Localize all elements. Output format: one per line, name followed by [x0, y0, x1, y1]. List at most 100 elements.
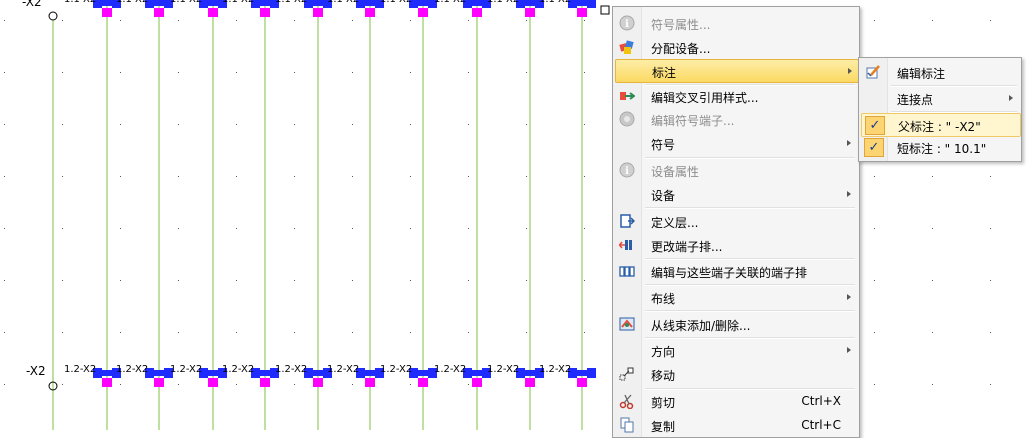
submenu-item-parent-annotation[interactable]: ✓ 父标注 : " -X2" — [861, 113, 1021, 137]
bottom-terminal-label: 1.2-X2 — [275, 364, 307, 375]
grid-dot — [584, 280, 585, 281]
grid-dot — [584, 72, 585, 73]
submenu-item-short-annotation[interactable]: ✓ 短标注 : " 10.1" — [861, 136, 1019, 158]
selection-handle[interactable] — [600, 5, 610, 15]
submenu-item-connection-point[interactable]: 连接点 — [861, 87, 1019, 109]
connection-pin — [154, 8, 164, 17]
menu-item-direction[interactable]: 方向 — [615, 339, 857, 361]
menu-item-symbol-properties[interactable]: i 符号属性... — [615, 12, 857, 34]
menu-item-routing[interactable]: 布线 — [615, 286, 857, 308]
bottom-terminal-row: 1.2-X2 1.2-X2 1.2-X2 1.2-X2 1.2-X2 1.2-X2 1.2-… — [64, 364, 596, 387]
grid-dot — [294, 20, 295, 21]
grid-dot — [120, 332, 121, 333]
menu-item-cut[interactable]: 剪切 Ctrl+X — [615, 390, 857, 412]
menu-item-edit-crossref-style[interactable]: 编辑交叉引用样式... — [615, 85, 857, 107]
menu-item-define-layer[interactable]: 定义层... — [615, 210, 857, 232]
terminal: 1.1-X2 — [222, 0, 279, 17]
grid-dot — [932, 332, 933, 333]
menu-item-assign-device[interactable]: 分配设备... — [615, 36, 857, 58]
menu-item-symbol[interactable]: 符号 — [615, 132, 857, 154]
menu-item-annotation[interactable]: 标注 — [615, 59, 859, 83]
grid-dot — [526, 228, 527, 229]
connector-block — [417, 0, 429, 6]
menu-separator — [645, 310, 855, 312]
bottom-terminal-label: 1.2-X2 — [116, 364, 148, 375]
grid-dot — [410, 228, 411, 229]
grid-dot — [236, 176, 237, 177]
menu-item-device[interactable]: 设备 — [615, 183, 857, 205]
submenu-arrow-icon — [847, 347, 851, 353]
connector-block — [576, 0, 588, 6]
connector-block — [576, 370, 588, 376]
grid-dot — [4, 176, 5, 177]
menu-item-label: 设备 — [651, 189, 676, 203]
grid-dot — [236, 20, 237, 21]
terminal-strip-icon — [619, 240, 632, 250]
menu-item-move[interactable]: 移动 — [615, 363, 857, 385]
grid-dot — [4, 228, 5, 229]
connection-pin — [208, 8, 218, 17]
menu-item-shortcut: Ctrl+X — [801, 394, 841, 408]
grid-dot — [526, 72, 527, 73]
menu-item-label: 移动 — [651, 369, 676, 383]
menu-item-harness-add-remove[interactable]: 从线束添加/删除... — [615, 313, 857, 335]
connection-pin — [365, 8, 375, 17]
connector-block — [312, 370, 324, 376]
grid-dot — [468, 20, 469, 21]
grid-dot — [62, 332, 63, 333]
terminal: 1.2-X2 — [327, 364, 384, 387]
submenu-arrow-icon — [847, 294, 851, 300]
symbol-terminal-icon — [619, 111, 635, 127]
grid-dot — [990, 20, 991, 21]
menu-item-edit-symbol-terminal[interactable]: 编辑符号端子... — [615, 108, 857, 130]
grid-dot — [352, 280, 353, 281]
bottom-terminal-label: 1.2-X2 — [380, 364, 412, 375]
context-menu: i 符号属性... 分配设备... 标注 编辑交叉引用样式... 编辑符号端子.… — [612, 6, 860, 438]
grid-dot — [932, 20, 933, 21]
grid-dot — [584, 228, 585, 229]
menu-item-edit-related-terminal-blocks[interactable]: 编辑与这些端子关联的端子排 — [615, 260, 857, 282]
top-terminal-label: 1.1-X2 — [170, 0, 202, 5]
grid-dot — [932, 176, 933, 177]
grid-dot — [294, 228, 295, 229]
menu-item-change-terminal-strip[interactable]: 更改端子排... — [615, 234, 857, 256]
connection-pin — [102, 378, 112, 387]
connector-block — [524, 370, 536, 376]
grid-dot — [990, 384, 991, 385]
connection-pin — [418, 378, 428, 387]
grid-dot — [4, 384, 5, 385]
terminal-block-icon — [619, 266, 635, 277]
grid-dot — [120, 72, 121, 73]
grid-dot — [120, 176, 121, 177]
edit-annotation-icon — [866, 65, 880, 79]
connector-block — [417, 370, 429, 376]
terminal: 1.1-X2 — [487, 0, 544, 17]
bottom-terminal-label: 1.2-X2 — [222, 364, 254, 375]
grid-dot — [584, 176, 585, 177]
connection-pin — [577, 8, 587, 17]
top-terminal-label: 1.1-X2 — [539, 0, 571, 5]
grid-dot — [120, 20, 121, 21]
connector-block — [312, 0, 324, 6]
grid-dot — [178, 384, 179, 385]
submenu-item-edit-annotation[interactable]: 编辑标注 — [861, 61, 1019, 83]
grid-dot — [4, 332, 5, 333]
menu-item-copy[interactable]: 复制 Ctrl+C — [615, 414, 857, 436]
menu-item-label: 定义层... — [651, 216, 699, 230]
menu-item-label: 从线束添加/删除... — [651, 319, 751, 333]
menu-item-label: 分配设备... — [651, 42, 711, 56]
grid-dot — [4, 20, 5, 21]
connection-pin — [365, 378, 375, 387]
menu-item-device-properties[interactable]: i 设备属性 — [615, 159, 857, 181]
bottom-terminal-label: 1.2-X2 — [434, 364, 466, 375]
grid-dot — [410, 72, 411, 73]
connector-block — [259, 0, 271, 6]
grid-dot — [178, 20, 179, 21]
top-terminal-label: 1.1-X2 — [487, 0, 519, 5]
grid-dot — [526, 332, 527, 333]
grid-dot — [178, 280, 179, 281]
connector-block — [207, 0, 219, 6]
grid-dot — [294, 332, 295, 333]
grid-dot — [874, 20, 875, 21]
terminal: 1.1-X2 — [539, 0, 596, 17]
